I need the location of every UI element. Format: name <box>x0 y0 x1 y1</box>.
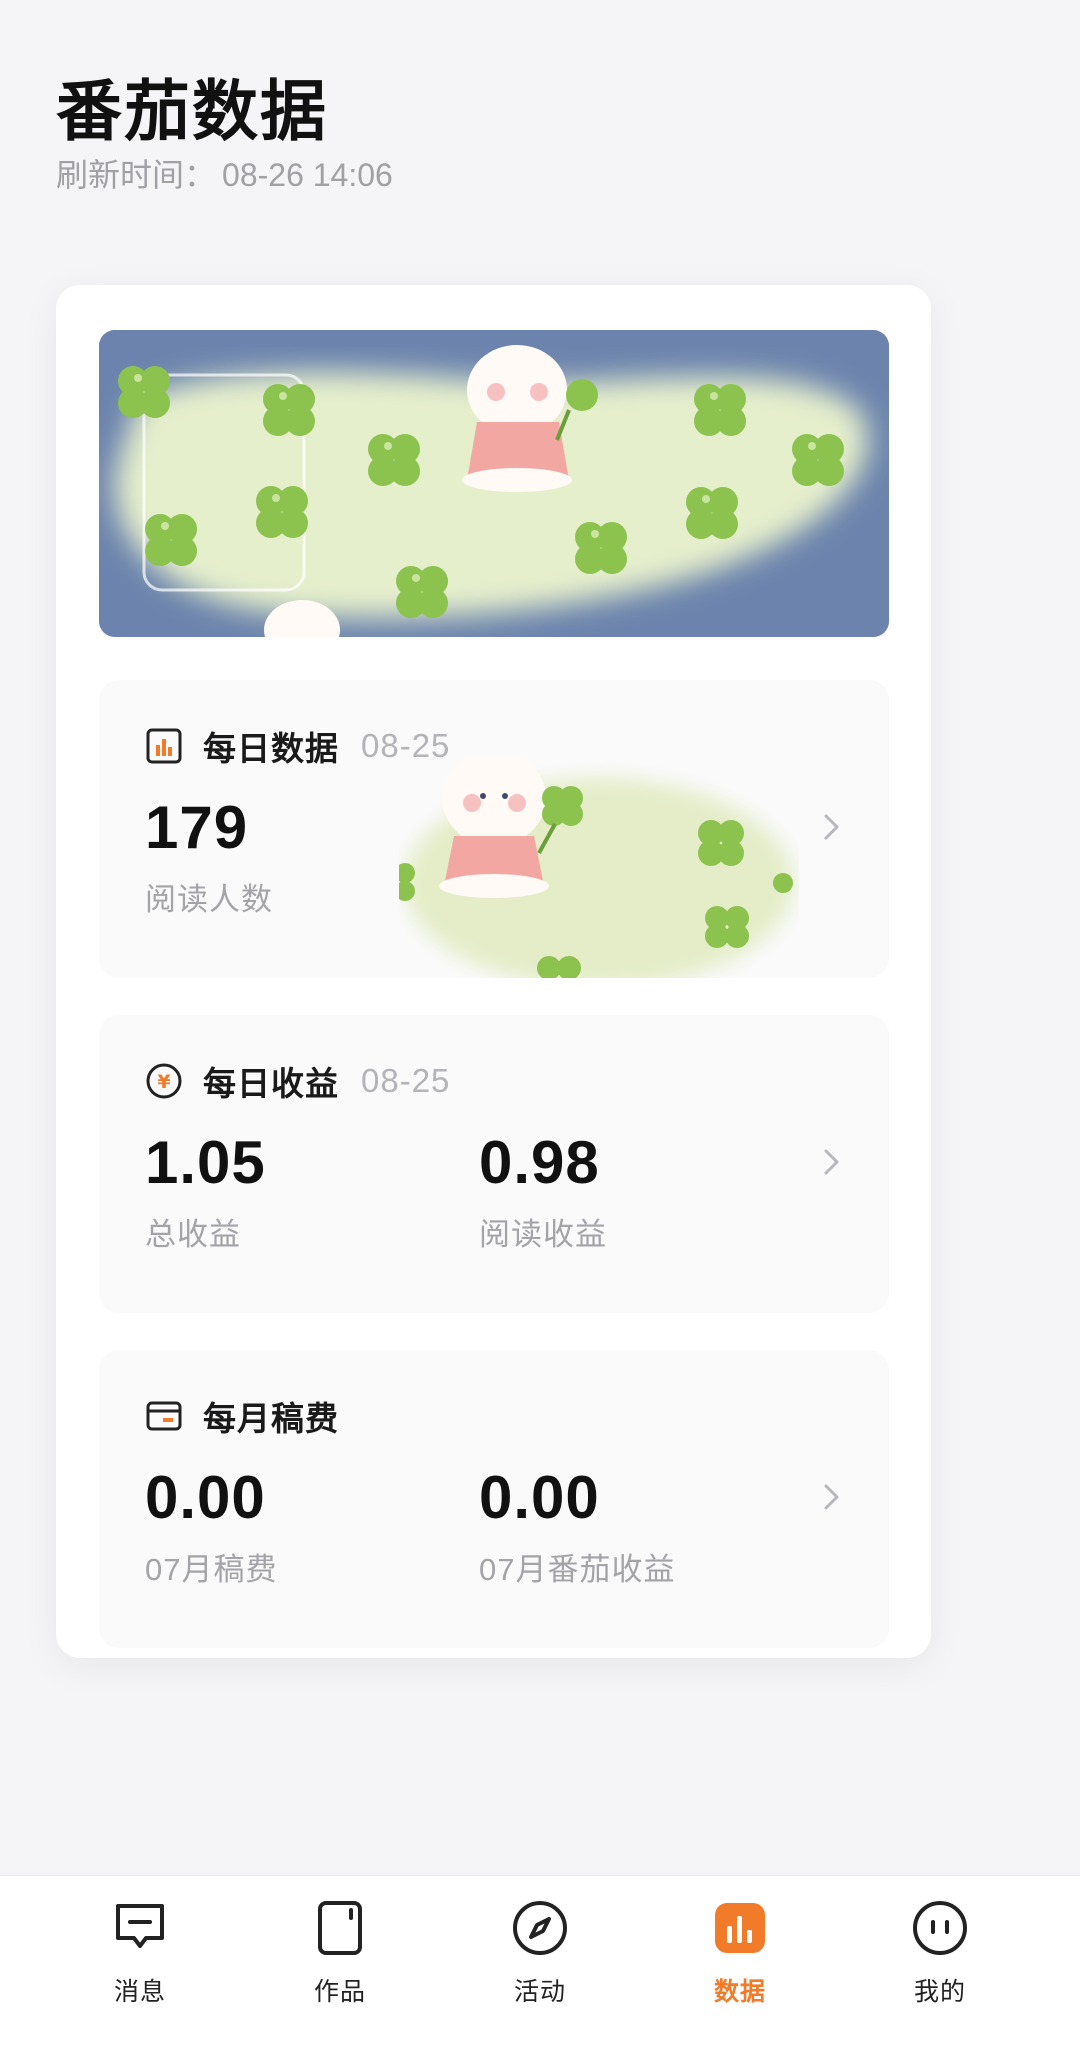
daily-data-date: 08-25 <box>361 727 451 764</box>
chevron-right-icon[interactable] <box>821 810 843 844</box>
monthly-fee-section[interactable]: 每月稿费 0.00 07月稿费 0.00 07月番茄收益 <box>99 1350 889 1648</box>
tab-messages-label: 消息 <box>113 1978 166 2006</box>
message-icon <box>116 1904 164 1948</box>
chart-icon <box>715 1903 765 1953</box>
face-icon <box>913 1901 967 1955</box>
daily-income-date: 08-25 <box>361 1062 451 1099</box>
fee-metric: 0.00 07月稿费 <box>145 1468 277 1589</box>
banner-illustration <box>99 330 889 637</box>
yen-coin-icon: ¥ <box>145 1062 183 1100</box>
total-income-metric: 1.05 总收益 <box>145 1133 266 1254</box>
tab-works[interactable]: 作品 <box>280 1898 400 2018</box>
read-income-metric: 0.98 阅读收益 <box>479 1133 607 1254</box>
data-card: 每日数据 08-25 179 阅读人数 ¥ 每日收益 08-25 1.05 总收… <box>56 285 931 1658</box>
tomato-income-label: 07月番茄收益 <box>479 1552 676 1587</box>
compass-icon <box>513 1901 567 1955</box>
tab-profile-label: 我的 <box>913 1978 966 2006</box>
banner-image[interactable] <box>99 330 889 637</box>
tab-activities-label: 活动 <box>513 1978 566 2006</box>
tab-messages[interactable]: 消息 <box>80 1898 200 2018</box>
monthly-fee-title: 每月稿费 <box>203 1400 339 1437</box>
total-income-label: 总收益 <box>145 1217 241 1252</box>
refresh-time: 刷新时间： 08-26 14:06 <box>56 150 399 196</box>
daily-income-title: 每日收益 <box>203 1065 339 1102</box>
fee-label: 07月稿费 <box>145 1552 278 1587</box>
tab-data-label: 数据 <box>713 1978 766 2006</box>
daily-data-section[interactable]: 每日数据 08-25 179 阅读人数 <box>99 680 889 978</box>
bottom-tab-bar: 消息 作品 活动 数据 我的 <box>0 1875 1080 2046</box>
monthly-fee-header: 每月稿费 <box>145 1394 339 1438</box>
readers-label: 阅读人数 <box>145 882 273 917</box>
fee-value: 0.00 <box>145 1464 266 1531</box>
tab-data[interactable]: 数据 <box>680 1898 800 2018</box>
daily-income-section[interactable]: ¥ 每日收益 08-25 1.05 总收益 0.98 阅读收益 <box>99 1015 889 1313</box>
read-income-label: 阅读收益 <box>479 1217 607 1252</box>
page-title: 番茄数据 <box>56 72 328 150</box>
read-income-value: 0.98 <box>479 1129 600 1196</box>
bar-chart-icon <box>145 727 183 765</box>
tomato-income-metric: 0.00 07月番茄收益 <box>479 1468 675 1589</box>
readers-value: 179 <box>145 794 249 861</box>
daily-data-header: 每日数据 08-25 <box>145 724 450 768</box>
tomato-income-value: 0.00 <box>479 1464 600 1531</box>
tab-profile[interactable]: 我的 <box>880 1898 1000 2018</box>
refresh-label: 刷新时间： <box>56 157 217 193</box>
readers-metric: 179 阅读人数 <box>145 798 273 919</box>
bunny-illustration <box>399 758 794 978</box>
chevron-right-icon[interactable] <box>821 1145 843 1179</box>
tab-activities[interactable]: 活动 <box>480 1898 600 2018</box>
wallet-icon <box>145 1397 183 1435</box>
works-icon <box>318 1901 362 1955</box>
refresh-value: 08-26 14:06 <box>222 157 393 193</box>
daily-data-title: 每日数据 <box>203 730 339 767</box>
tab-works-label: 作品 <box>313 1978 366 2006</box>
svg-text:¥: ¥ <box>157 1071 170 1093</box>
chevron-right-icon[interactable] <box>821 1480 843 1514</box>
daily-income-header: ¥ 每日收益 08-25 <box>145 1059 450 1103</box>
total-income-value: 1.05 <box>145 1129 266 1196</box>
